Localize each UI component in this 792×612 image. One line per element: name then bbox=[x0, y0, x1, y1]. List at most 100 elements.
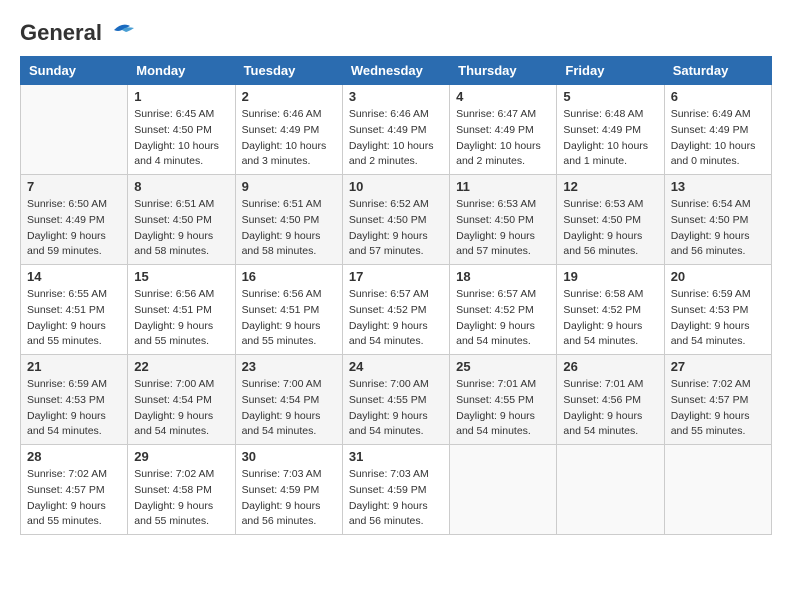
calendar-table: SundayMondayTuesdayWednesdayThursdayFrid… bbox=[20, 56, 772, 535]
calendar-cell: 4 Sunrise: 6:47 AM Sunset: 4:49 PM Daylig… bbox=[450, 85, 557, 175]
day-info: Sunrise: 7:03 AM Sunset: 4:59 PM Dayligh… bbox=[242, 467, 336, 530]
calendar-cell: 13Sunrise: 6:54 AM Sunset: 4:50 PM Dayli… bbox=[664, 175, 771, 265]
day-number: 19 bbox=[563, 269, 657, 284]
day-info: Sunrise: 6:51 AM Sunset: 4:50 PM Dayligh… bbox=[134, 197, 228, 260]
calendar-cell: 12 Sunrise: 6:53 AM Sunset: 4:50 PM Dayli… bbox=[557, 175, 664, 265]
day-number: 14 bbox=[27, 269, 121, 284]
day-number: 17 bbox=[349, 269, 443, 284]
day-info: Sunrise: 6:45 AM Sunset: 4:50 PM Dayligh… bbox=[134, 107, 228, 170]
calendar-cell: 31 Sunrise: 7:03 AM Sunset: 4:59 PM Dayli… bbox=[342, 445, 449, 535]
weekday-header-cell: Monday bbox=[128, 57, 235, 85]
calendar-week-row: 14Sunrise: 6:55 AM Sunset: 4:51 PM Dayli… bbox=[21, 265, 772, 355]
calendar-cell: 27 Sunrise: 7:02 AM Sunset: 4:57 PM Dayli… bbox=[664, 355, 771, 445]
day-number: 21 bbox=[27, 359, 121, 374]
day-info: Sunrise: 7:02 AM Sunset: 4:57 PM Dayligh… bbox=[671, 377, 765, 440]
calendar-cell: 18 Sunrise: 6:57 AM Sunset: 4:52 PM Dayli… bbox=[450, 265, 557, 355]
day-info: Sunrise: 6:57 AM Sunset: 4:52 PM Dayligh… bbox=[349, 287, 443, 350]
day-number: 7 bbox=[27, 179, 121, 194]
day-info: Sunrise: 6:46 AM Sunset: 4:49 PM Dayligh… bbox=[349, 107, 443, 170]
day-number: 18 bbox=[456, 269, 550, 284]
calendar-cell bbox=[557, 445, 664, 535]
day-info: Sunrise: 6:56 AM Sunset: 4:51 PM Dayligh… bbox=[242, 287, 336, 350]
calendar-cell: 25 Sunrise: 7:01 AM Sunset: 4:55 PM Dayli… bbox=[450, 355, 557, 445]
weekday-header-cell: Thursday bbox=[450, 57, 557, 85]
day-number: 30 bbox=[242, 449, 336, 464]
day-number: 8 bbox=[134, 179, 228, 194]
calendar-cell: 23 Sunrise: 7:00 AM Sunset: 4:54 PM Dayli… bbox=[235, 355, 342, 445]
weekday-header-cell: Tuesday bbox=[235, 57, 342, 85]
day-number: 11 bbox=[456, 179, 550, 194]
calendar-cell: 5 Sunrise: 6:48 AM Sunset: 4:49 PM Daylig… bbox=[557, 85, 664, 175]
day-number: 12 bbox=[563, 179, 657, 194]
day-number: 31 bbox=[349, 449, 443, 464]
calendar-cell: 15 Sunrise: 6:56 AM Sunset: 4:51 PM Dayli… bbox=[128, 265, 235, 355]
day-number: 22 bbox=[134, 359, 228, 374]
day-info: Sunrise: 6:59 AM Sunset: 4:53 PM Dayligh… bbox=[27, 377, 121, 440]
day-info: Sunrise: 7:00 AM Sunset: 4:55 PM Dayligh… bbox=[349, 377, 443, 440]
day-info: Sunrise: 7:00 AM Sunset: 4:54 PM Dayligh… bbox=[134, 377, 228, 440]
day-info: Sunrise: 7:00 AM Sunset: 4:54 PM Dayligh… bbox=[242, 377, 336, 440]
day-number: 1 bbox=[134, 89, 228, 104]
calendar-cell bbox=[664, 445, 771, 535]
day-info: Sunrise: 6:56 AM Sunset: 4:51 PM Dayligh… bbox=[134, 287, 228, 350]
day-number: 15 bbox=[134, 269, 228, 284]
calendar-cell: 30 Sunrise: 7:03 AM Sunset: 4:59 PM Dayli… bbox=[235, 445, 342, 535]
day-number: 10 bbox=[349, 179, 443, 194]
day-info: Sunrise: 7:02 AM Sunset: 4:58 PM Dayligh… bbox=[134, 467, 228, 530]
day-number: 5 bbox=[563, 89, 657, 104]
calendar-cell: 14Sunrise: 6:55 AM Sunset: 4:51 PM Dayli… bbox=[21, 265, 128, 355]
day-number: 25 bbox=[456, 359, 550, 374]
calendar-cell: 17 Sunrise: 6:57 AM Sunset: 4:52 PM Dayli… bbox=[342, 265, 449, 355]
day-info: Sunrise: 6:47 AM Sunset: 4:49 PM Dayligh… bbox=[456, 107, 550, 170]
calendar-cell: 6 Sunrise: 6:49 AM Sunset: 4:49 PM Daylig… bbox=[664, 85, 771, 175]
day-info: Sunrise: 7:01 AM Sunset: 4:55 PM Dayligh… bbox=[456, 377, 550, 440]
day-info: Sunrise: 7:03 AM Sunset: 4:59 PM Dayligh… bbox=[349, 467, 443, 530]
day-info: Sunrise: 6:51 AM Sunset: 4:50 PM Dayligh… bbox=[242, 197, 336, 260]
day-number: 23 bbox=[242, 359, 336, 374]
day-number: 20 bbox=[671, 269, 765, 284]
day-number: 29 bbox=[134, 449, 228, 464]
calendar-cell: 10 Sunrise: 6:52 AM Sunset: 4:50 PM Dayli… bbox=[342, 175, 449, 265]
day-number: 26 bbox=[563, 359, 657, 374]
calendar-cell: 22 Sunrise: 7:00 AM Sunset: 4:54 PM Dayli… bbox=[128, 355, 235, 445]
calendar-cell: 26 Sunrise: 7:01 AM Sunset: 4:56 PM Dayli… bbox=[557, 355, 664, 445]
calendar-cell: 1 Sunrise: 6:45 AM Sunset: 4:50 PM Daylig… bbox=[128, 85, 235, 175]
day-info: Sunrise: 6:59 AM Sunset: 4:53 PM Dayligh… bbox=[671, 287, 765, 350]
day-info: Sunrise: 6:58 AM Sunset: 4:52 PM Dayligh… bbox=[563, 287, 657, 350]
day-number: 27 bbox=[671, 359, 765, 374]
weekday-header-cell: Wednesday bbox=[342, 57, 449, 85]
weekday-header-cell: Friday bbox=[557, 57, 664, 85]
day-number: 3 bbox=[349, 89, 443, 104]
calendar-week-row: 1 Sunrise: 6:45 AM Sunset: 4:50 PM Daylig… bbox=[21, 85, 772, 175]
calendar-cell: 3 Sunrise: 6:46 AM Sunset: 4:49 PM Daylig… bbox=[342, 85, 449, 175]
weekday-header-row: SundayMondayTuesdayWednesdayThursdayFrid… bbox=[21, 57, 772, 85]
day-info: Sunrise: 6:53 AM Sunset: 4:50 PM Dayligh… bbox=[563, 197, 657, 260]
calendar-cell bbox=[21, 85, 128, 175]
calendar-cell: 7Sunrise: 6:50 AM Sunset: 4:49 PM Daylig… bbox=[21, 175, 128, 265]
calendar-cell: 8 Sunrise: 6:51 AM Sunset: 4:50 PM Daylig… bbox=[128, 175, 235, 265]
day-number: 24 bbox=[349, 359, 443, 374]
day-info: Sunrise: 6:52 AM Sunset: 4:50 PM Dayligh… bbox=[349, 197, 443, 260]
day-number: 28 bbox=[27, 449, 121, 464]
day-info: Sunrise: 6:46 AM Sunset: 4:49 PM Dayligh… bbox=[242, 107, 336, 170]
day-info: Sunrise: 6:54 AM Sunset: 4:50 PM Dayligh… bbox=[671, 197, 765, 260]
calendar-cell: 20 Sunrise: 6:59 AM Sunset: 4:53 PM Dayli… bbox=[664, 265, 771, 355]
calendar-cell: 16Sunrise: 6:56 AM Sunset: 4:51 PM Dayli… bbox=[235, 265, 342, 355]
day-info: Sunrise: 6:49 AM Sunset: 4:49 PM Dayligh… bbox=[671, 107, 765, 170]
calendar-week-row: 28 Sunrise: 7:02 AM Sunset: 4:57 PM Dayli… bbox=[21, 445, 772, 535]
day-info: Sunrise: 6:57 AM Sunset: 4:52 PM Dayligh… bbox=[456, 287, 550, 350]
day-number: 9 bbox=[242, 179, 336, 194]
weekday-header-cell: Saturday bbox=[664, 57, 771, 85]
day-info: Sunrise: 7:02 AM Sunset: 4:57 PM Dayligh… bbox=[27, 467, 121, 530]
calendar-cell: 21 Sunrise: 6:59 AM Sunset: 4:53 PM Dayli… bbox=[21, 355, 128, 445]
day-info: Sunrise: 6:48 AM Sunset: 4:49 PM Dayligh… bbox=[563, 107, 657, 170]
logo: General bbox=[20, 20, 138, 46]
day-info: Sunrise: 7:01 AM Sunset: 4:56 PM Dayligh… bbox=[563, 377, 657, 440]
day-number: 6 bbox=[671, 89, 765, 104]
calendar-week-row: 21 Sunrise: 6:59 AM Sunset: 4:53 PM Dayli… bbox=[21, 355, 772, 445]
calendar-cell bbox=[450, 445, 557, 535]
logo-general-text: General bbox=[20, 20, 102, 46]
day-number: 4 bbox=[456, 89, 550, 104]
calendar-cell: 9 Sunrise: 6:51 AM Sunset: 4:50 PM Daylig… bbox=[235, 175, 342, 265]
calendar-cell: 29 Sunrise: 7:02 AM Sunset: 4:58 PM Dayli… bbox=[128, 445, 235, 535]
